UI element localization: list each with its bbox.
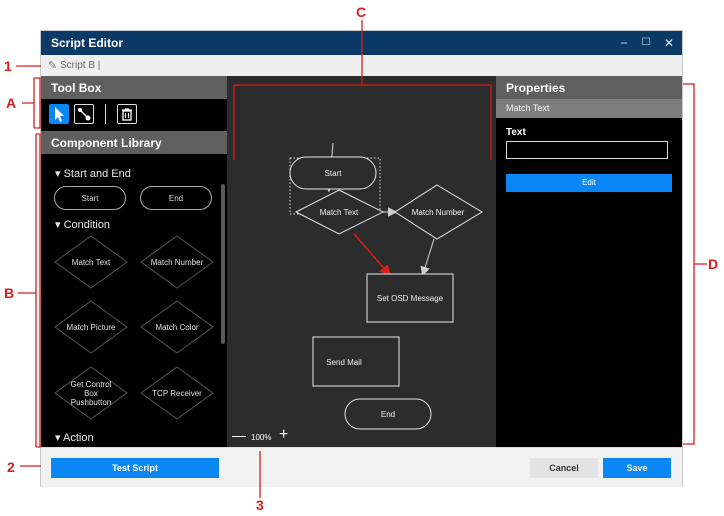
annotation-B: B <box>4 285 15 301</box>
annotation-2: 2 <box>7 459 15 475</box>
annotation-3: 3 <box>256 497 264 513</box>
annotation-A: A <box>6 95 17 111</box>
annotation-D: D <box>708 256 719 272</box>
annotation-overlay <box>16 20 707 498</box>
annotation-C: C <box>356 4 367 20</box>
annotation-1: 1 <box>4 58 12 74</box>
